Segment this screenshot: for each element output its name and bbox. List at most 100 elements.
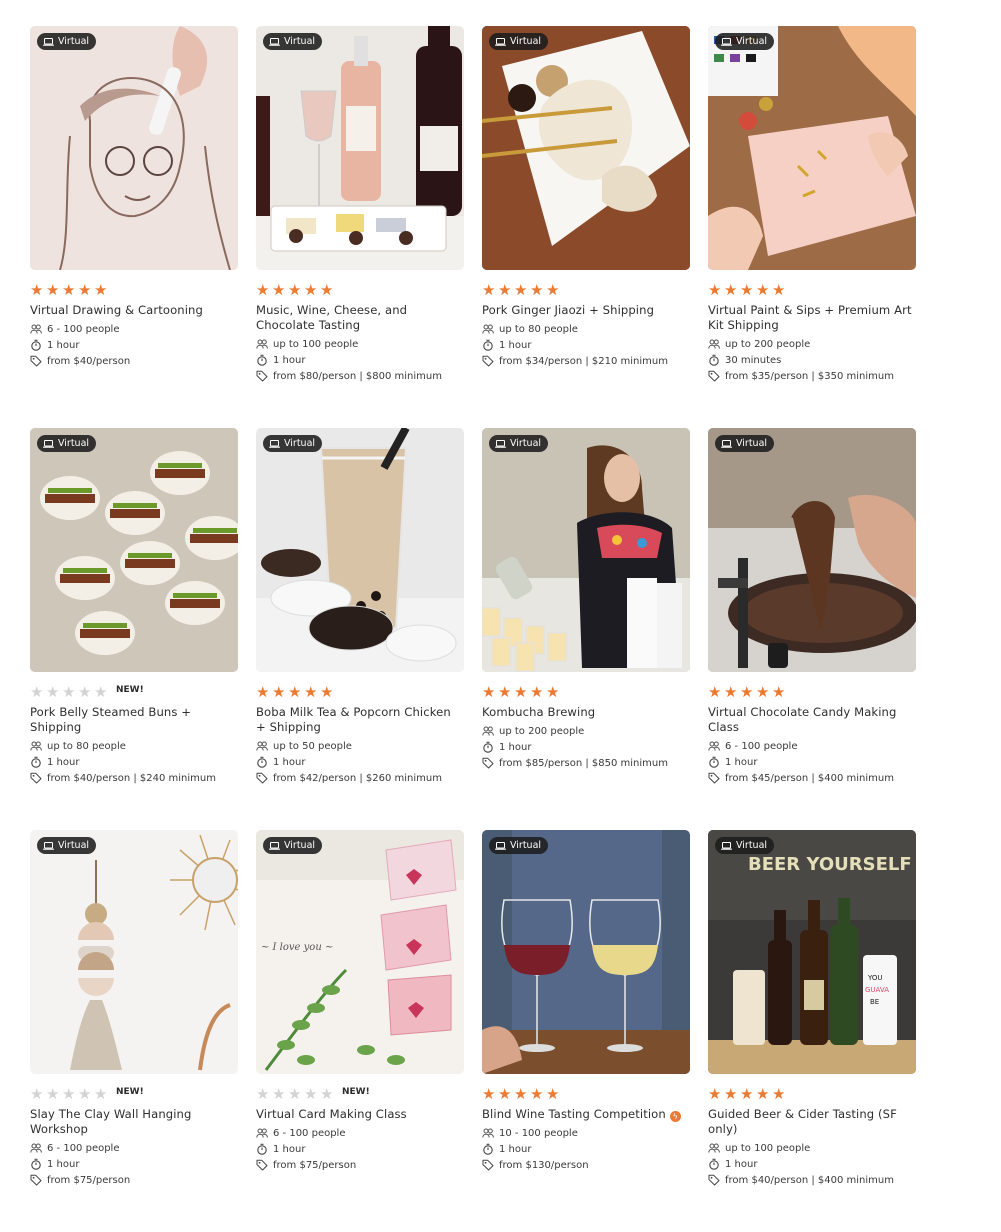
experience-title[interactable]: Slay The Clay Wall Hanging Workshop [30,1107,238,1137]
experience-title[interactable]: Pork Ginger Jiaozi + Shipping [482,303,690,318]
stopwatch-icon [31,339,41,351]
price-tag-icon [256,1159,268,1171]
duration: 1 hour [482,739,690,755]
star-icon: ★ [530,281,544,299]
experience-title-text: Guided Beer & Cider Tasting (SF only) [708,1107,897,1136]
experience-card[interactable]: Virtual ★ ★ ★ ★ ★ Pork Ginger Jiaozi + Shipp… [482,26,690,428]
star-icon: ★ [288,281,302,299]
price-tag-icon [30,355,42,367]
experience-title[interactable]: Virtual Chocolate Candy Making Class [708,705,916,735]
experience-card[interactable]: Virtual ★ ★ ★ ★ ★ Music, Wine, Cheese, and C… [256,26,464,428]
star-icon: ★ [62,281,76,299]
group-size: up to 80 people [30,738,238,754]
experience-photo[interactable]: Virtual [256,428,464,672]
star-icon: ★ [62,1085,76,1103]
photo-art [482,26,690,270]
price-tag-icon [482,1159,494,1171]
experience-photo[interactable]: Virtual [482,428,690,672]
group-size: up to 200 people [482,723,690,739]
photo-art [30,830,238,1074]
experience-photo[interactable]: BEER YOURSELF YOU GUAVA BE Virtual [708,830,916,1074]
price: from $45/person | $400 minimum [708,770,916,786]
experience-card[interactable]: Virtual ★ ★ ★ ★ ★ Kombucha Brewing up to 200… [482,428,690,830]
group-size-text: up to 100 people [725,1142,811,1154]
experience-title[interactable]: Pork Belly Steamed Buns + Shipping [30,705,238,735]
experience-card[interactable]: Virtual ★ ★ ★ ★ ★ Boba Milk Tea & Popcorn Ch… [256,428,464,830]
experience-card[interactable]: Virtual ★ ★ ★ ★ ★ Virtual Drawing & Cartooni… [30,26,238,428]
group-size-text: up to 200 people [725,338,811,350]
experience-photo[interactable]: Virtual [482,830,690,1074]
experience-title[interactable]: Blind Wine Tasting Competition ϟ [482,1107,690,1122]
group-size-text: 6 - 100 people [273,1127,346,1139]
virtual-badge-label: Virtual [284,839,316,851]
star-icon: ★ [756,683,770,701]
stopwatch-icon [709,756,719,768]
virtual-badge: Virtual [715,435,775,452]
experience-photo[interactable]: Virtual [30,428,238,672]
experience-title[interactable]: Music, Wine, Cheese, and Chocolate Tasti… [256,303,464,333]
people-icon [708,1143,720,1153]
experience-card[interactable]: Virtual ★ ★ ★ ★ ★ NEW! Pork Belly Steamed Bun… [30,428,238,830]
price-text: from $40/person | $400 minimum [725,1174,894,1186]
experience-photo[interactable]: Virtual [30,830,238,1074]
star-icon: ★ [756,1085,770,1103]
star-icon: ★ [46,281,60,299]
people-icon [30,741,42,751]
duration: 1 hour [30,1156,238,1172]
photo-art: BEER YOURSELF YOU GUAVA BE [708,830,916,1074]
experience-grid: Virtual ★ ★ ★ ★ ★ Virtual Drawing & Cartooni… [30,26,916,1232]
photo-art [708,428,916,672]
group-size: 10 - 100 people [482,1125,690,1141]
price-text: from $34/person | $210 minimum [499,355,668,367]
experience-title-text: Pork Belly Steamed Buns + Shipping [30,705,192,734]
experience-card[interactable]: BEER YOURSELF YOU GUAVA BE Virtual ★ ★ ★ ★ ★… [708,830,916,1232]
star-rating: ★ ★ ★ ★ ★ [708,1086,916,1102]
star-icon: ★ [256,683,270,701]
price-tag-icon [256,772,268,784]
experience-photo[interactable]: Virtual [30,26,238,270]
group-size: 6 - 100 people [256,1125,464,1141]
virtual-badge: Virtual [37,837,97,854]
virtual-badge: Virtual [263,837,323,854]
experience-title[interactable]: Guided Beer & Cider Tasting (SF only) [708,1107,916,1137]
group-size-text: up to 50 people [273,740,352,752]
star-icon: ★ [320,683,334,701]
experience-title-text: Music, Wine, Cheese, and Chocolate Tasti… [256,303,408,332]
experience-photo[interactable]: Virtual [708,428,916,672]
experience-card[interactable]: Virtual ★ ★ ★ ★ ★ Virtual Paint & Sips + Pre… [708,26,916,428]
star-icon: ★ [708,1085,722,1103]
people-icon [256,1128,268,1138]
experience-photo[interactable]: Virtual [482,26,690,270]
experience-card[interactable]: Virtual ★ ★ ★ ★ ★ Blind Wine Tasting Competi… [482,830,690,1232]
star-icon: ★ [62,683,76,701]
stopwatch-icon [483,741,493,753]
star-icon: ★ [304,683,318,701]
experience-photo[interactable]: Virtual [256,26,464,270]
experience-title[interactable]: Virtual Paint & Sips + Premium Art Kit S… [708,303,916,333]
experience-card[interactable]: Virtual ★ ★ ★ ★ ★ NEW! Slay The Clay Wall Han… [30,830,238,1232]
experience-details: up to 100 people 1 hour from $40/person … [708,1140,916,1188]
experience-details: 6 - 100 people 1 hour from $45/person | … [708,738,916,786]
star-rating: ★ ★ ★ ★ ★ [30,282,238,298]
stopwatch-icon [483,1143,493,1155]
experience-photo[interactable]: Virtual [708,26,916,270]
laptop-icon [495,841,506,850]
experience-title[interactable]: Boba Milk Tea & Popcorn Chicken + Shippi… [256,705,464,735]
group-size: up to 50 people [256,738,464,754]
laptop-icon [43,841,54,850]
duration-text: 1 hour [725,1158,758,1170]
star-rating: ★ ★ ★ ★ ★ [482,684,690,700]
star-icon: ★ [482,683,496,701]
experience-title[interactable]: Virtual Card Making Class [256,1107,464,1122]
star-icon: ★ [498,683,512,701]
virtual-badge-label: Virtual [510,839,542,851]
experience-title[interactable]: Virtual Drawing & Cartooning [30,303,238,318]
group-size: up to 100 people [256,336,464,352]
price-tag-icon [482,355,494,367]
group-size: 6 - 100 people [30,321,238,337]
experience-title[interactable]: Kombucha Brewing [482,705,690,720]
photo-art [256,428,464,672]
experience-card[interactable]: Virtual ★ ★ ★ ★ ★ Virtual Chocolate Candy Ma… [708,428,916,830]
experience-card[interactable]: ~ I love you ~ Virtual ★ ★ ★ ★ ★ NEW! Virtual… [256,830,464,1232]
experience-photo[interactable]: ~ I love you ~ Virtual [256,830,464,1074]
